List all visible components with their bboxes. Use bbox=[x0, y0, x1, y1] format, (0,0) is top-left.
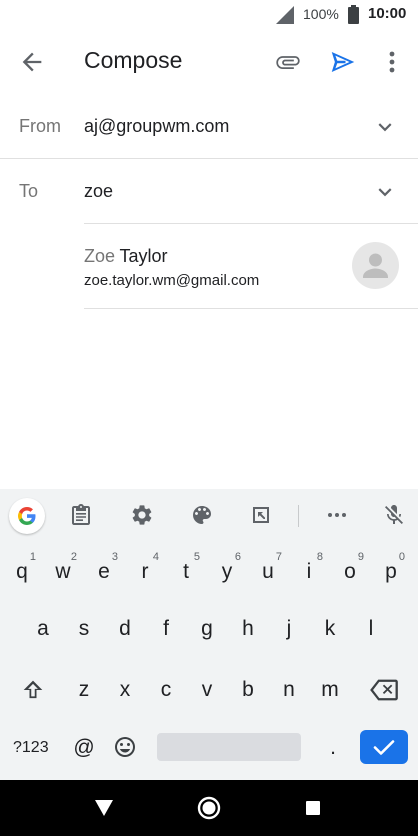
key-label: q bbox=[16, 560, 28, 583]
suggestion-last-name: Taylor bbox=[119, 246, 168, 266]
key-hint: 4 bbox=[152, 551, 159, 563]
nav-back-icon[interactable] bbox=[95, 800, 113, 816]
more-horiz-icon[interactable] bbox=[325, 503, 349, 527]
checkmark-icon bbox=[373, 740, 395, 755]
key-label: u bbox=[262, 560, 274, 583]
key-j[interactable]: j bbox=[271, 603, 307, 655]
period-key[interactable]: . bbox=[315, 722, 351, 774]
suggestion-first-name: Zoe bbox=[84, 246, 116, 266]
key-label: r bbox=[141, 560, 149, 583]
suggestion-email: zoe.taylor.wm@gmail.com bbox=[84, 272, 260, 289]
palette-icon[interactable] bbox=[190, 503, 214, 527]
nav-recents-icon[interactable] bbox=[306, 801, 320, 815]
mic-off-icon[interactable] bbox=[382, 503, 406, 527]
enter-key[interactable] bbox=[360, 730, 408, 764]
to-input[interactable]: zoe bbox=[84, 181, 113, 202]
battery-icon bbox=[348, 5, 359, 24]
key-n[interactable]: n bbox=[271, 664, 307, 716]
chevron-down-icon[interactable] bbox=[372, 114, 398, 140]
to-label: To bbox=[19, 181, 39, 201]
settings-icon[interactable] bbox=[130, 503, 154, 527]
key-v[interactable]: v bbox=[189, 664, 225, 716]
status-bar: 100% 10:00 bbox=[0, 0, 418, 30]
key-hint: 0 bbox=[398, 551, 405, 563]
chevron-down-icon[interactable] bbox=[372, 179, 398, 205]
contact-suggestion[interactable]: Zoe Taylor zoe.taylor.wm@gmail.com bbox=[84, 236, 418, 308]
key-hint: 9 bbox=[357, 551, 364, 563]
key-h[interactable]: h bbox=[230, 603, 266, 655]
key-m[interactable]: m bbox=[312, 664, 348, 716]
key-hint: 7 bbox=[275, 551, 282, 563]
key-x[interactable]: x bbox=[107, 664, 143, 716]
app-bar: Compose bbox=[0, 30, 418, 92]
avatar bbox=[352, 242, 399, 289]
key-hint: 1 bbox=[29, 551, 36, 563]
keyboard-toolbar bbox=[0, 489, 418, 541]
key-a[interactable]: a bbox=[25, 603, 61, 655]
person-icon bbox=[363, 253, 388, 278]
key-label: t bbox=[183, 560, 189, 583]
key-l[interactable]: l bbox=[353, 603, 389, 655]
send-icon[interactable] bbox=[328, 47, 358, 77]
battery-percent: 100% bbox=[303, 6, 339, 22]
space-key[interactable] bbox=[157, 733, 301, 761]
key-y[interactable]: y6 bbox=[209, 546, 245, 598]
to-row[interactable]: To zoe bbox=[0, 159, 418, 223]
key-c[interactable]: c bbox=[148, 664, 184, 716]
divider bbox=[84, 308, 418, 309]
divider bbox=[84, 223, 418, 224]
key-t[interactable]: t5 bbox=[168, 546, 204, 598]
suggestion-name: Zoe Taylor bbox=[84, 246, 168, 267]
key-label: p bbox=[385, 560, 397, 583]
nav-home-icon[interactable] bbox=[197, 796, 221, 820]
keyboard: q1w2e3r4t5y6u7i8o9p0 asdfghjkl zxcvbnm ?… bbox=[0, 489, 418, 780]
key-u[interactable]: u7 bbox=[250, 546, 286, 598]
key-hint: 3 bbox=[111, 551, 118, 563]
clock: 10:00 bbox=[368, 5, 407, 22]
key-e[interactable]: e3 bbox=[86, 546, 122, 598]
toolbar-separator bbox=[298, 505, 299, 527]
key-d[interactable]: d bbox=[107, 603, 143, 655]
key-hint: 5 bbox=[193, 551, 200, 563]
key-label: y bbox=[221, 560, 233, 583]
from-value[interactable]: aj@groupwm.com bbox=[84, 116, 229, 137]
key-s[interactable]: s bbox=[66, 603, 102, 655]
key-p[interactable]: p0 bbox=[373, 546, 409, 598]
key-i[interactable]: i8 bbox=[291, 546, 327, 598]
key-label: i bbox=[306, 560, 312, 583]
more-vert-icon[interactable] bbox=[382, 48, 402, 76]
key-k[interactable]: k bbox=[312, 603, 348, 655]
key-f[interactable]: f bbox=[148, 603, 184, 655]
key-w[interactable]: w2 bbox=[45, 546, 81, 598]
key-label: w bbox=[55, 560, 71, 583]
key-q[interactable]: q1 bbox=[4, 546, 40, 598]
from-row[interactable]: From aj@groupwm.com bbox=[0, 94, 418, 158]
signal-icon bbox=[276, 6, 294, 24]
key-o[interactable]: o9 bbox=[332, 546, 368, 598]
emoji-icon[interactable] bbox=[113, 735, 137, 759]
key-z[interactable]: z bbox=[66, 664, 102, 716]
key-label: e bbox=[98, 560, 110, 583]
key-g[interactable]: g bbox=[189, 603, 225, 655]
back-arrow-icon[interactable] bbox=[18, 48, 46, 76]
at-key[interactable]: @ bbox=[66, 722, 102, 774]
page-title: Compose bbox=[84, 47, 183, 73]
clipboard-icon[interactable] bbox=[69, 503, 93, 527]
nav-bar bbox=[0, 780, 418, 836]
backspace-icon[interactable] bbox=[369, 677, 399, 703]
key-hint: 6 bbox=[234, 551, 241, 563]
resize-icon[interactable] bbox=[249, 503, 273, 527]
key-hint: 2 bbox=[70, 551, 77, 563]
key-b[interactable]: b bbox=[230, 664, 266, 716]
key-r[interactable]: r4 bbox=[127, 546, 163, 598]
symbols-key[interactable]: ?123 bbox=[13, 739, 49, 757]
shift-icon[interactable] bbox=[19, 676, 47, 704]
from-label: From bbox=[19, 116, 61, 136]
google-icon[interactable] bbox=[9, 498, 45, 534]
key-hint: 8 bbox=[316, 551, 323, 563]
attach-icon[interactable] bbox=[274, 48, 302, 76]
key-label: o bbox=[344, 560, 356, 583]
